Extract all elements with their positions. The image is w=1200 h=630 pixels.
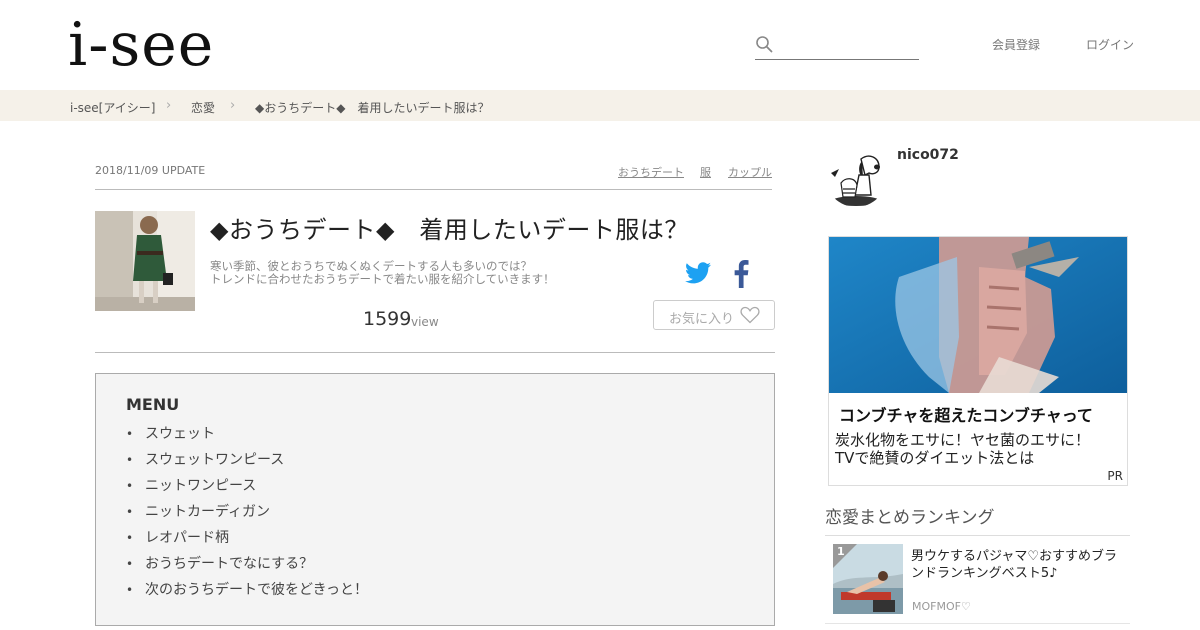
ad-body-line: 炭水化物をエサに！ヤセ菌のエサに！	[835, 431, 1091, 449]
ad-pr-label: PR	[1107, 469, 1123, 483]
ranking-title: 恋愛まとめランキング	[825, 503, 1130, 536]
snoopy-avatar-image	[825, 145, 887, 207]
menu-list: スウェット スウェットワンピース ニットワンピース ニットカーディガン レオパー…	[126, 423, 368, 605]
ad-body[interactable]: 炭水化物をエサに！ヤセ菌のエサに！ TVで絶賛のダイエット法とは	[835, 431, 1090, 467]
twitter-icon[interactable]	[685, 261, 711, 285]
ad-body-illustration	[829, 237, 1127, 393]
favorite-label: お気に入り	[669, 312, 735, 327]
search-box[interactable]	[755, 32, 919, 60]
menu-item[interactable]: ニットカーディガン	[126, 501, 368, 527]
description-line: トレンドに合わせたおうちデートで着たい服を紹介していきます！	[210, 272, 555, 286]
ad-body-line: TVで絶賛のダイエット法とは	[835, 449, 1035, 467]
ranking-item-title[interactable]: 男ウケするパジャマ♡おすすめブランドランキングベスト5♪	[911, 548, 1126, 582]
advertisement[interactable]: コンブチャを超えたコンブチャって 炭水化物をエサに！ヤセ菌のエサに！ TVで絶賛…	[828, 236, 1128, 486]
ranking-thumbnail[interactable]: 1	[833, 544, 903, 614]
register-link[interactable]: 会員登録	[992, 36, 1040, 53]
username[interactable]: nico072	[897, 147, 959, 163]
breadcrumb-separator: ›	[230, 98, 236, 113]
article-meta: 2018/11/09 UPDATE おうちデート 服 カップル	[95, 150, 772, 190]
breadcrumb-category[interactable]: 恋愛	[191, 99, 215, 116]
menu-item[interactable]: レオパード柄	[126, 527, 368, 553]
breadcrumb-current: ◆おうちデート◆ 着用したいデート服は？	[255, 101, 490, 115]
facebook-icon[interactable]	[732, 260, 750, 288]
menu-item[interactable]: 次のおうちデートで彼をどきっと！	[126, 579, 368, 605]
avatar[interactable]	[825, 145, 887, 207]
heart-icon	[740, 306, 760, 324]
update-date: 2018/11/09 UPDATE	[95, 164, 206, 177]
breadcrumb-separator: ›	[166, 98, 172, 113]
menu-title: MENU	[126, 395, 180, 414]
view-count: 1599	[363, 308, 412, 330]
menu-item[interactable]: おうちデートでなにする？	[126, 553, 368, 579]
login-link[interactable]: ログイン	[1086, 36, 1134, 53]
ranking-item[interactable]: 1 男ウケするパジャマ♡おすすめブランドランキングベスト5♪ MOFMOF♡	[825, 536, 1130, 624]
table-of-contents: MENU スウェット スウェットワンピース ニットワンピース ニットカーディガン…	[95, 373, 775, 626]
article-title: ◆おうちデート◆ 着用したいデート服は？	[210, 216, 689, 244]
ad-headline[interactable]: コンブチャを超えたコンブチャって	[839, 402, 1093, 426]
menu-item[interactable]: スウェット	[126, 423, 368, 449]
view-label: view	[411, 315, 439, 329]
search-icon[interactable]	[755, 35, 773, 53]
site-header: i-see 会員登録 ログイン	[0, 0, 1200, 90]
article-thumbnail-image	[95, 211, 195, 311]
breadcrumb-home[interactable]: i-see[アイシー]	[70, 99, 155, 116]
search-input[interactable]	[779, 32, 919, 58]
favorite-button[interactable]: お気に入り	[653, 300, 775, 330]
tag-link[interactable]: カップル	[728, 164, 772, 180]
menu-item[interactable]: スウェットワンピース	[126, 449, 368, 475]
breadcrumb: i-see[アイシー] › 恋愛 › ◆おうちデート◆ 着用したいデート服は？	[0, 90, 1200, 121]
menu-item[interactable]: ニットワンピース	[126, 475, 368, 501]
rank-number: 1	[837, 545, 845, 558]
ad-image[interactable]	[829, 237, 1127, 393]
ranking-item-author: MOFMOF♡	[912, 600, 971, 613]
tag-link[interactable]: おうちデート	[618, 164, 684, 180]
site-logo[interactable]: i-see	[68, 10, 214, 80]
article-thumbnail	[95, 211, 195, 311]
article-description: 寒い季節、彼とおうちでぬくぬくデートする人も多いのでは？ トレンドに合わせたおう…	[210, 260, 630, 286]
tag-link[interactable]: 服	[700, 164, 711, 180]
article-divider	[95, 352, 775, 353]
